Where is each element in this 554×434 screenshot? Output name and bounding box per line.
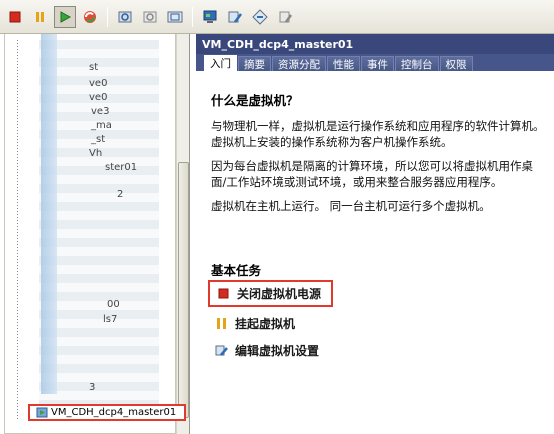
tab-summary[interactable]: 摘要 (238, 56, 271, 71)
tree-item-fragment[interactable]: 2 (117, 189, 123, 200)
power-on-button[interactable] (54, 5, 76, 28)
vm-title-bar: VM_CDH_dcp4_master01 (196, 34, 554, 54)
section-heading: 什么是虚拟机？ (211, 93, 299, 108)
tree-item-fragment[interactable]: ls7 (103, 314, 117, 325)
edit-settings-icon (215, 344, 228, 357)
tree-item-fragment[interactable]: _st (91, 134, 105, 145)
tree-item-fragment[interactable]: _ma (91, 120, 112, 131)
tab-permissions[interactable]: 权限 (439, 56, 473, 71)
tab-events[interactable]: 事件 (361, 56, 394, 71)
play-icon (60, 10, 72, 23)
basic-tasks-heading: 基本任务 (211, 263, 262, 278)
tree-connector-line (17, 40, 18, 420)
suspend-vm-link[interactable]: 挂起虚拟机 (215, 315, 295, 332)
getting-started-content: 什么是虚拟机？ 与物理机一样，虚拟机是运行操作系统和应用程序的软件计算机。 虚拟… (211, 90, 546, 222)
tab-getting-started[interactable]: 入门 (204, 55, 237, 71)
tree-scrollbar-thumb[interactable] (178, 162, 189, 418)
tab-bar: 入门 摘要 资源分配 性能 事件 控制台 权限 (196, 54, 554, 71)
inventory-tree-panel: st ve0 ve0 ve3 _ma _st Vh ster01 2 00 ls… (0, 34, 190, 434)
suspend-icon (215, 317, 228, 330)
revert-snapshot-button[interactable] (139, 6, 161, 28)
revert-icon (143, 11, 157, 22)
tree-item-fragment[interactable]: ster01 (105, 162, 137, 173)
tree-item-fragment[interactable]: Vh (89, 148, 102, 159)
toolbar (0, 0, 554, 34)
tab-resource-allocation[interactable]: 资源分配 (272, 56, 326, 71)
migrate-button[interactable] (249, 6, 271, 28)
edit-vm-settings-label: 编辑虚拟机设置 (235, 344, 320, 358)
refresh-icon (84, 10, 96, 23)
edit-vm-settings-link[interactable]: 编辑虚拟机设置 (215, 342, 319, 359)
vm-detail-panel: VM_CDH_dcp4_master01 入门 摘要 资源分配 性能 事件 控制… (196, 34, 554, 434)
description-paragraph: 因为每台虚拟机是隔离的计算环境，所以您可以将虚拟机用作桌面/工作站环境或测试环境… (211, 159, 533, 189)
suspend-button[interactable] (29, 6, 51, 28)
tree-item-fragment[interactable]: st (89, 62, 98, 73)
description-paragraph: 虚拟机在主机上运行。 同一台主机可运行多个虚拟机。 (211, 199, 491, 213)
power-off-vm-link[interactable]: 关闭虚拟机电源 (208, 280, 334, 307)
power-off-vm-label: 关闭虚拟机电源 (237, 287, 322, 301)
tree-item-fragment[interactable]: ve3 (91, 106, 109, 117)
toolbar-separator (107, 6, 108, 27)
tree-item-selected-vm[interactable]: VM_CDH_dcp4_master01 (28, 404, 186, 421)
snapshot-manager-button[interactable] (164, 6, 186, 28)
reset-button[interactable] (79, 6, 101, 28)
tree-item-fragment[interactable]: ve0 (89, 92, 107, 103)
toolbar-separator (192, 6, 193, 27)
tree-item-fragment[interactable]: ve0 (89, 78, 107, 89)
edit-settings-icon (228, 11, 242, 23)
power-off-icon (217, 287, 230, 300)
tab-performance[interactable]: 性能 (327, 56, 360, 71)
edit-settings-button[interactable] (224, 6, 246, 28)
tree-view: st ve0 ve0 ve3 _ma _st Vh ster01 2 00 ls… (4, 34, 176, 434)
snapshot-manager-icon (167, 11, 183, 22)
tree-item-fragment[interactable]: 00 (107, 299, 120, 310)
clone-button[interactable] (274, 6, 296, 28)
tree-scrollbar[interactable] (176, 34, 189, 434)
description-paragraph: 与物理机一样，虚拟机是运行操作系统和应用程序的软件计算机。 虚拟机上安装的操作系… (211, 119, 545, 149)
power-off-button[interactable] (4, 6, 26, 28)
console-button[interactable] (199, 6, 221, 28)
suspend-vm-label: 挂起虚拟机 (235, 317, 296, 331)
tree-item-fragment[interactable]: 3 (89, 382, 95, 393)
snapshot-button[interactable] (114, 6, 136, 28)
snapshot-icon (118, 11, 132, 22)
vm-title: VM_CDH_dcp4_master01 (202, 37, 354, 51)
clone-icon (279, 11, 293, 23)
console-icon (203, 10, 217, 23)
selected-vm-label: VM_CDH_dcp4_master01 (51, 407, 177, 418)
obscured-tree-icons (41, 34, 57, 394)
tab-console[interactable]: 控制台 (395, 56, 439, 71)
pause-icon (36, 11, 44, 22)
stop-icon (9, 11, 21, 22)
migrate-icon (252, 8, 268, 25)
vm-running-icon (36, 407, 48, 419)
